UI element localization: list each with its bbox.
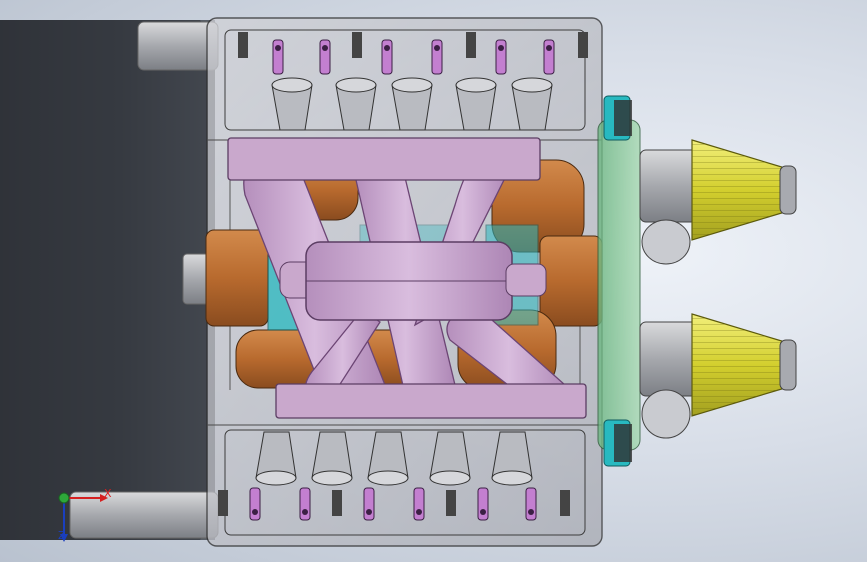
graphics-viewport[interactable]: X Z [0, 0, 867, 562]
valve-spring-top-2[interactable] [319, 39, 331, 75]
bolt-top-2 [352, 32, 362, 58]
triad-z-label: Z [58, 529, 66, 542]
valve-spring-top-5[interactable] [495, 39, 507, 75]
central-plenum[interactable] [279, 241, 547, 321]
valve-spring-top-4[interactable] [431, 39, 443, 75]
pipe-stub-top[interactable] [137, 21, 219, 71]
bolt-top-1 [238, 32, 248, 58]
triad-y-axis [58, 492, 70, 504]
bolt-bottom-1 [218, 490, 228, 516]
valve-spring-bottom-3[interactable] [363, 487, 375, 521]
timing-cover[interactable] [597, 95, 641, 467]
valve-spring-bottom-6[interactable] [525, 487, 537, 521]
bolt-bottom-3 [446, 490, 456, 516]
valve-spring-bottom-1[interactable] [249, 487, 261, 521]
piston-middle-right[interactable] [539, 235, 603, 327]
manifold-plate-bottom[interactable] [275, 383, 587, 419]
valve-spring-top-3[interactable] [381, 39, 393, 75]
valve-spring-bottom-4[interactable] [413, 487, 425, 521]
bolt-bottom-4 [560, 490, 570, 516]
manifold-plate-top[interactable] [227, 137, 541, 181]
piston-middle-left[interactable] [205, 229, 269, 327]
engine-model[interactable] [0, 0, 867, 562]
valve-spring-bottom-5[interactable] [477, 487, 489, 521]
bolt-bottom-2 [332, 490, 342, 516]
bolt-top-4 [578, 32, 588, 58]
valve-spring-top-6[interactable] [543, 39, 555, 75]
bolt-top-3 [466, 32, 476, 58]
valve-spring-top-1[interactable] [272, 39, 284, 75]
air-filter-lower[interactable] [639, 313, 797, 439]
triad-x-label: X [104, 487, 112, 500]
valve-spring-bottom-2[interactable] [299, 487, 311, 521]
air-filter-upper[interactable] [639, 139, 797, 265]
